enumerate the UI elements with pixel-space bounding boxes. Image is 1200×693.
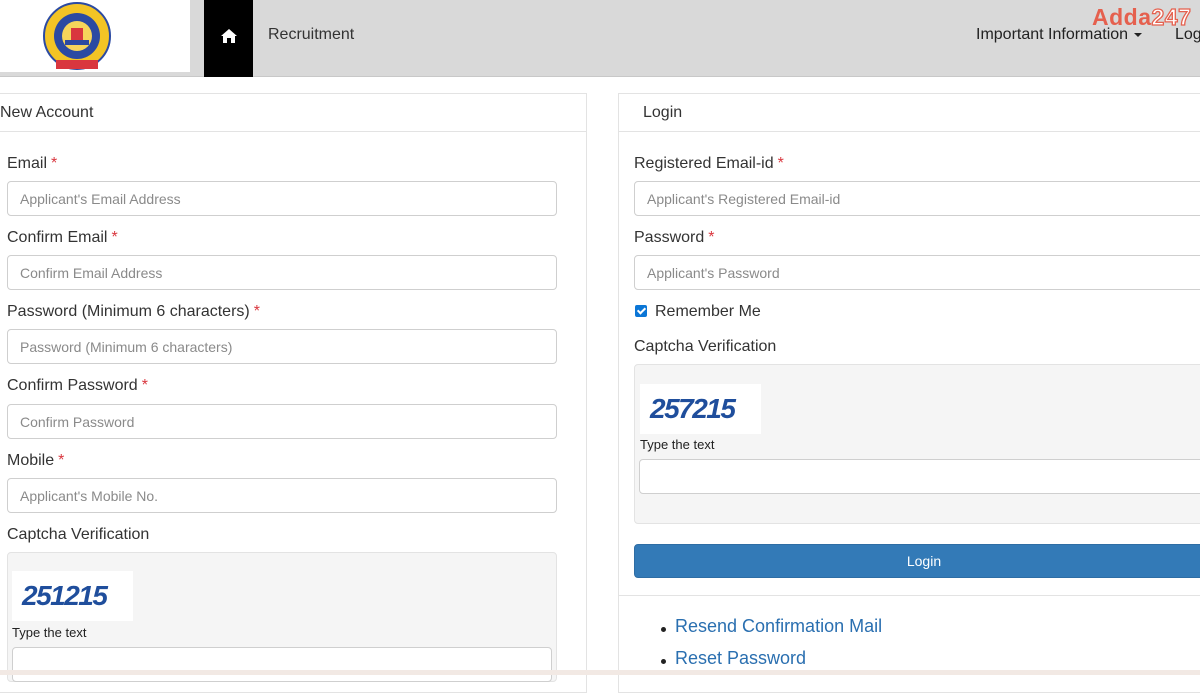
login-type-the-text-label: Type the text bbox=[640, 437, 715, 452]
captcha-image: 251215 bbox=[12, 571, 133, 621]
new-account-heading: New Account bbox=[0, 94, 586, 132]
brand-number: 247 bbox=[1151, 3, 1192, 30]
remember-me-checkbox[interactable] bbox=[635, 305, 647, 317]
confirm-email-field[interactable] bbox=[7, 255, 557, 290]
institute-logo[interactable] bbox=[0, 0, 190, 72]
login-button[interactable]: Login bbox=[634, 544, 1200, 578]
email-label: Email * bbox=[7, 155, 57, 173]
login-password-field[interactable] bbox=[634, 255, 1200, 290]
type-the-text-label: Type the text bbox=[12, 625, 87, 640]
list-bullet bbox=[661, 627, 666, 632]
registered-email-label-text: Registered Email-id bbox=[634, 155, 774, 172]
login-captcha-image: 257215 bbox=[640, 384, 761, 434]
password-label-text: Password (Minimum 6 characters) bbox=[7, 303, 250, 320]
links-divider bbox=[618, 595, 1200, 596]
captcha-verification-label: Captcha Verification bbox=[7, 526, 150, 543]
login-captcha-label: Captcha Verification bbox=[634, 338, 777, 355]
required-mark: * bbox=[777, 155, 784, 172]
email-label-text: Email bbox=[7, 155, 48, 172]
home-icon bbox=[220, 28, 238, 49]
confirm-email-label-text: Confirm Email bbox=[7, 229, 108, 246]
required-mark: * bbox=[253, 303, 260, 320]
mobile-label: Mobile * bbox=[7, 452, 64, 470]
resend-confirmation-link[interactable]: Resend Confirmation Mail bbox=[675, 616, 882, 637]
bottom-strip bbox=[0, 670, 1200, 675]
login-password-label: Password * bbox=[634, 229, 714, 247]
login-heading: Login bbox=[619, 94, 1200, 132]
top-navbar: Recruitment Important Information Log Ad… bbox=[0, 0, 1200, 77]
registered-email-label: Registered Email-id * bbox=[634, 155, 784, 173]
password-label: Password (Minimum 6 characters) * bbox=[7, 303, 260, 321]
remember-me-label[interactable]: Remember Me bbox=[655, 303, 761, 321]
captcha-input[interactable] bbox=[12, 647, 552, 682]
nav-recruitment[interactable]: Recruitment bbox=[268, 26, 354, 44]
confirm-email-label: Confirm Email * bbox=[7, 229, 118, 247]
login-captcha-input[interactable] bbox=[639, 459, 1200, 494]
confirm-password-label-text: Confirm Password bbox=[7, 377, 138, 394]
email-field[interactable] bbox=[7, 181, 557, 216]
required-mark: * bbox=[708, 229, 715, 246]
home-button[interactable] bbox=[204, 0, 253, 77]
reset-password-link[interactable]: Reset Password bbox=[675, 648, 806, 669]
password-field[interactable] bbox=[7, 329, 557, 364]
required-mark: * bbox=[141, 377, 148, 394]
brand-watermark: Adda247 bbox=[1092, 3, 1192, 31]
login-email-field[interactable] bbox=[634, 181, 1200, 216]
mobile-field[interactable] bbox=[7, 478, 557, 513]
login-password-label-text: Password bbox=[634, 229, 705, 246]
required-mark: * bbox=[51, 155, 58, 172]
confirm-password-field[interactable] bbox=[7, 404, 557, 439]
required-mark: * bbox=[111, 229, 118, 246]
caret-down-icon bbox=[1134, 32, 1143, 37]
required-mark: * bbox=[58, 452, 65, 469]
confirm-password-label: Confirm Password * bbox=[7, 377, 148, 395]
brand-word: Adda bbox=[1092, 4, 1152, 30]
list-bullet bbox=[661, 659, 666, 664]
mobile-label-text: Mobile bbox=[7, 452, 55, 469]
